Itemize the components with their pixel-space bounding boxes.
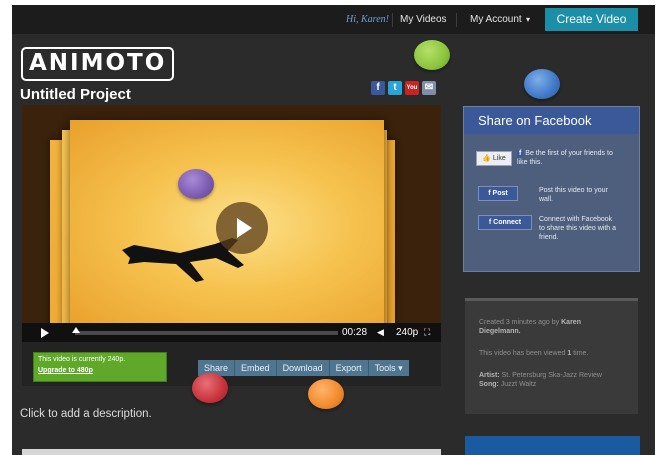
my-account-menu[interactable]: My Account (470, 14, 522, 25)
play-video-button[interactable] (216, 202, 268, 254)
export-button[interactable]: Export (330, 360, 369, 376)
artist-label: Artist: (479, 372, 500, 379)
download-button[interactable]: Download (277, 360, 330, 376)
animoto-app: Hi, Karen! My Videos My Account ▾ Create… (12, 5, 655, 455)
song-label: Song: (479, 381, 499, 388)
artist-name: St. Petersburg Ska-Jazz Review (501, 372, 602, 379)
play-icon[interactable] (41, 328, 49, 338)
chevron-down-icon[interactable]: ▾ (526, 15, 530, 24)
connect-description: Connect with Facebook to share this vide… (539, 216, 617, 241)
blue-marker (524, 69, 560, 99)
facebook-like-button[interactable]: 👍 Like (476, 151, 512, 166)
volume-icon[interactable]: ◀ (377, 327, 384, 338)
like-message: f Be the first of your friends to like t… (517, 149, 617, 167)
purple-marker (178, 169, 214, 199)
embed-button[interactable]: Embed (235, 360, 277, 376)
viewed-prefix: This video has been viewed (479, 350, 566, 357)
sidebar-banner (465, 436, 640, 455)
player-controls: 00:28 ◀ 240p ⛶ (22, 323, 441, 342)
nav-divider (456, 13, 457, 27)
user-greeting: Hi, Karen! (346, 14, 389, 25)
created-info: Created 3 minutes ago by Karen Diegelman… (479, 318, 619, 336)
my-videos-link[interactable]: My Videos (400, 14, 447, 25)
video-info-panel: Created 3 minutes ago by Karen Diegelman… (465, 298, 638, 414)
viewed-suffix: time. (573, 350, 589, 357)
facebook-icon[interactable]: f (371, 81, 385, 95)
upgrade-notice: This video is currently 240p. Upgrade to… (33, 352, 167, 382)
facebook-share-panel: Share on Facebook 👍 Like f Be the first … (463, 106, 640, 272)
youtube-icon[interactable]: You (405, 81, 419, 95)
created-prefix: Created 3 minutes ago by (479, 319, 560, 326)
chevron-down-icon: ▾ (398, 363, 403, 373)
orange-marker (308, 379, 344, 409)
quality-selector[interactable]: 240p (396, 327, 418, 338)
top-navigation-bar: Hi, Karen! My Videos My Account ▾ Create… (12, 5, 655, 34)
post-label: Post (492, 190, 508, 197)
tools-label: Tools (374, 363, 396, 373)
post-description: Post this video to your wall. (539, 187, 608, 203)
seek-bar[interactable] (72, 327, 338, 335)
email-icon[interactable]: ✉ (422, 81, 436, 95)
music-info: Artist: St. Petersburg Ska-Jazz Review S… (479, 371, 634, 389)
create-video-button[interactable]: Create Video (545, 8, 638, 31)
video-toolbar: Share Embed Download Export Tools ▾ (198, 360, 409, 376)
time-display: 00:28 (342, 327, 368, 338)
nav-divider (392, 13, 393, 27)
resolution-notice: This video is currently 240p. (38, 356, 126, 363)
video-player[interactable] (22, 105, 441, 323)
project-title[interactable]: Untitled Project (20, 86, 131, 103)
twitter-icon[interactable]: t (388, 81, 402, 95)
comments-area (22, 449, 441, 455)
fullscreen-icon[interactable]: ⛶ (424, 327, 430, 338)
red-marker (192, 373, 228, 403)
connect-label: Connect (493, 219, 522, 226)
description-field[interactable]: Click to add a description. (20, 408, 152, 420)
song-name: Juzzt Waltz (500, 381, 537, 388)
facebook-panel-title: Share on Facebook (464, 107, 639, 134)
facebook-icon: f (517, 150, 524, 157)
like-label: Like (492, 155, 506, 162)
animoto-logo[interactable]: ANIMOTO (21, 47, 175, 81)
seek-handle[interactable] (72, 327, 80, 333)
facebook-connect-button[interactable]: f Connect (478, 215, 532, 230)
like-message-text: Be the first of your friends to like thi… (517, 150, 613, 166)
upgrade-link[interactable]: Upgrade to 480p (38, 367, 162, 374)
facebook-post-button[interactable]: f Post (478, 186, 518, 201)
view-count: This video has been viewed 1 time. (479, 349, 629, 358)
green-marker (414, 40, 450, 70)
tools-button[interactable]: Tools ▾ (369, 360, 409, 376)
viewed-count: 1 (567, 350, 572, 357)
